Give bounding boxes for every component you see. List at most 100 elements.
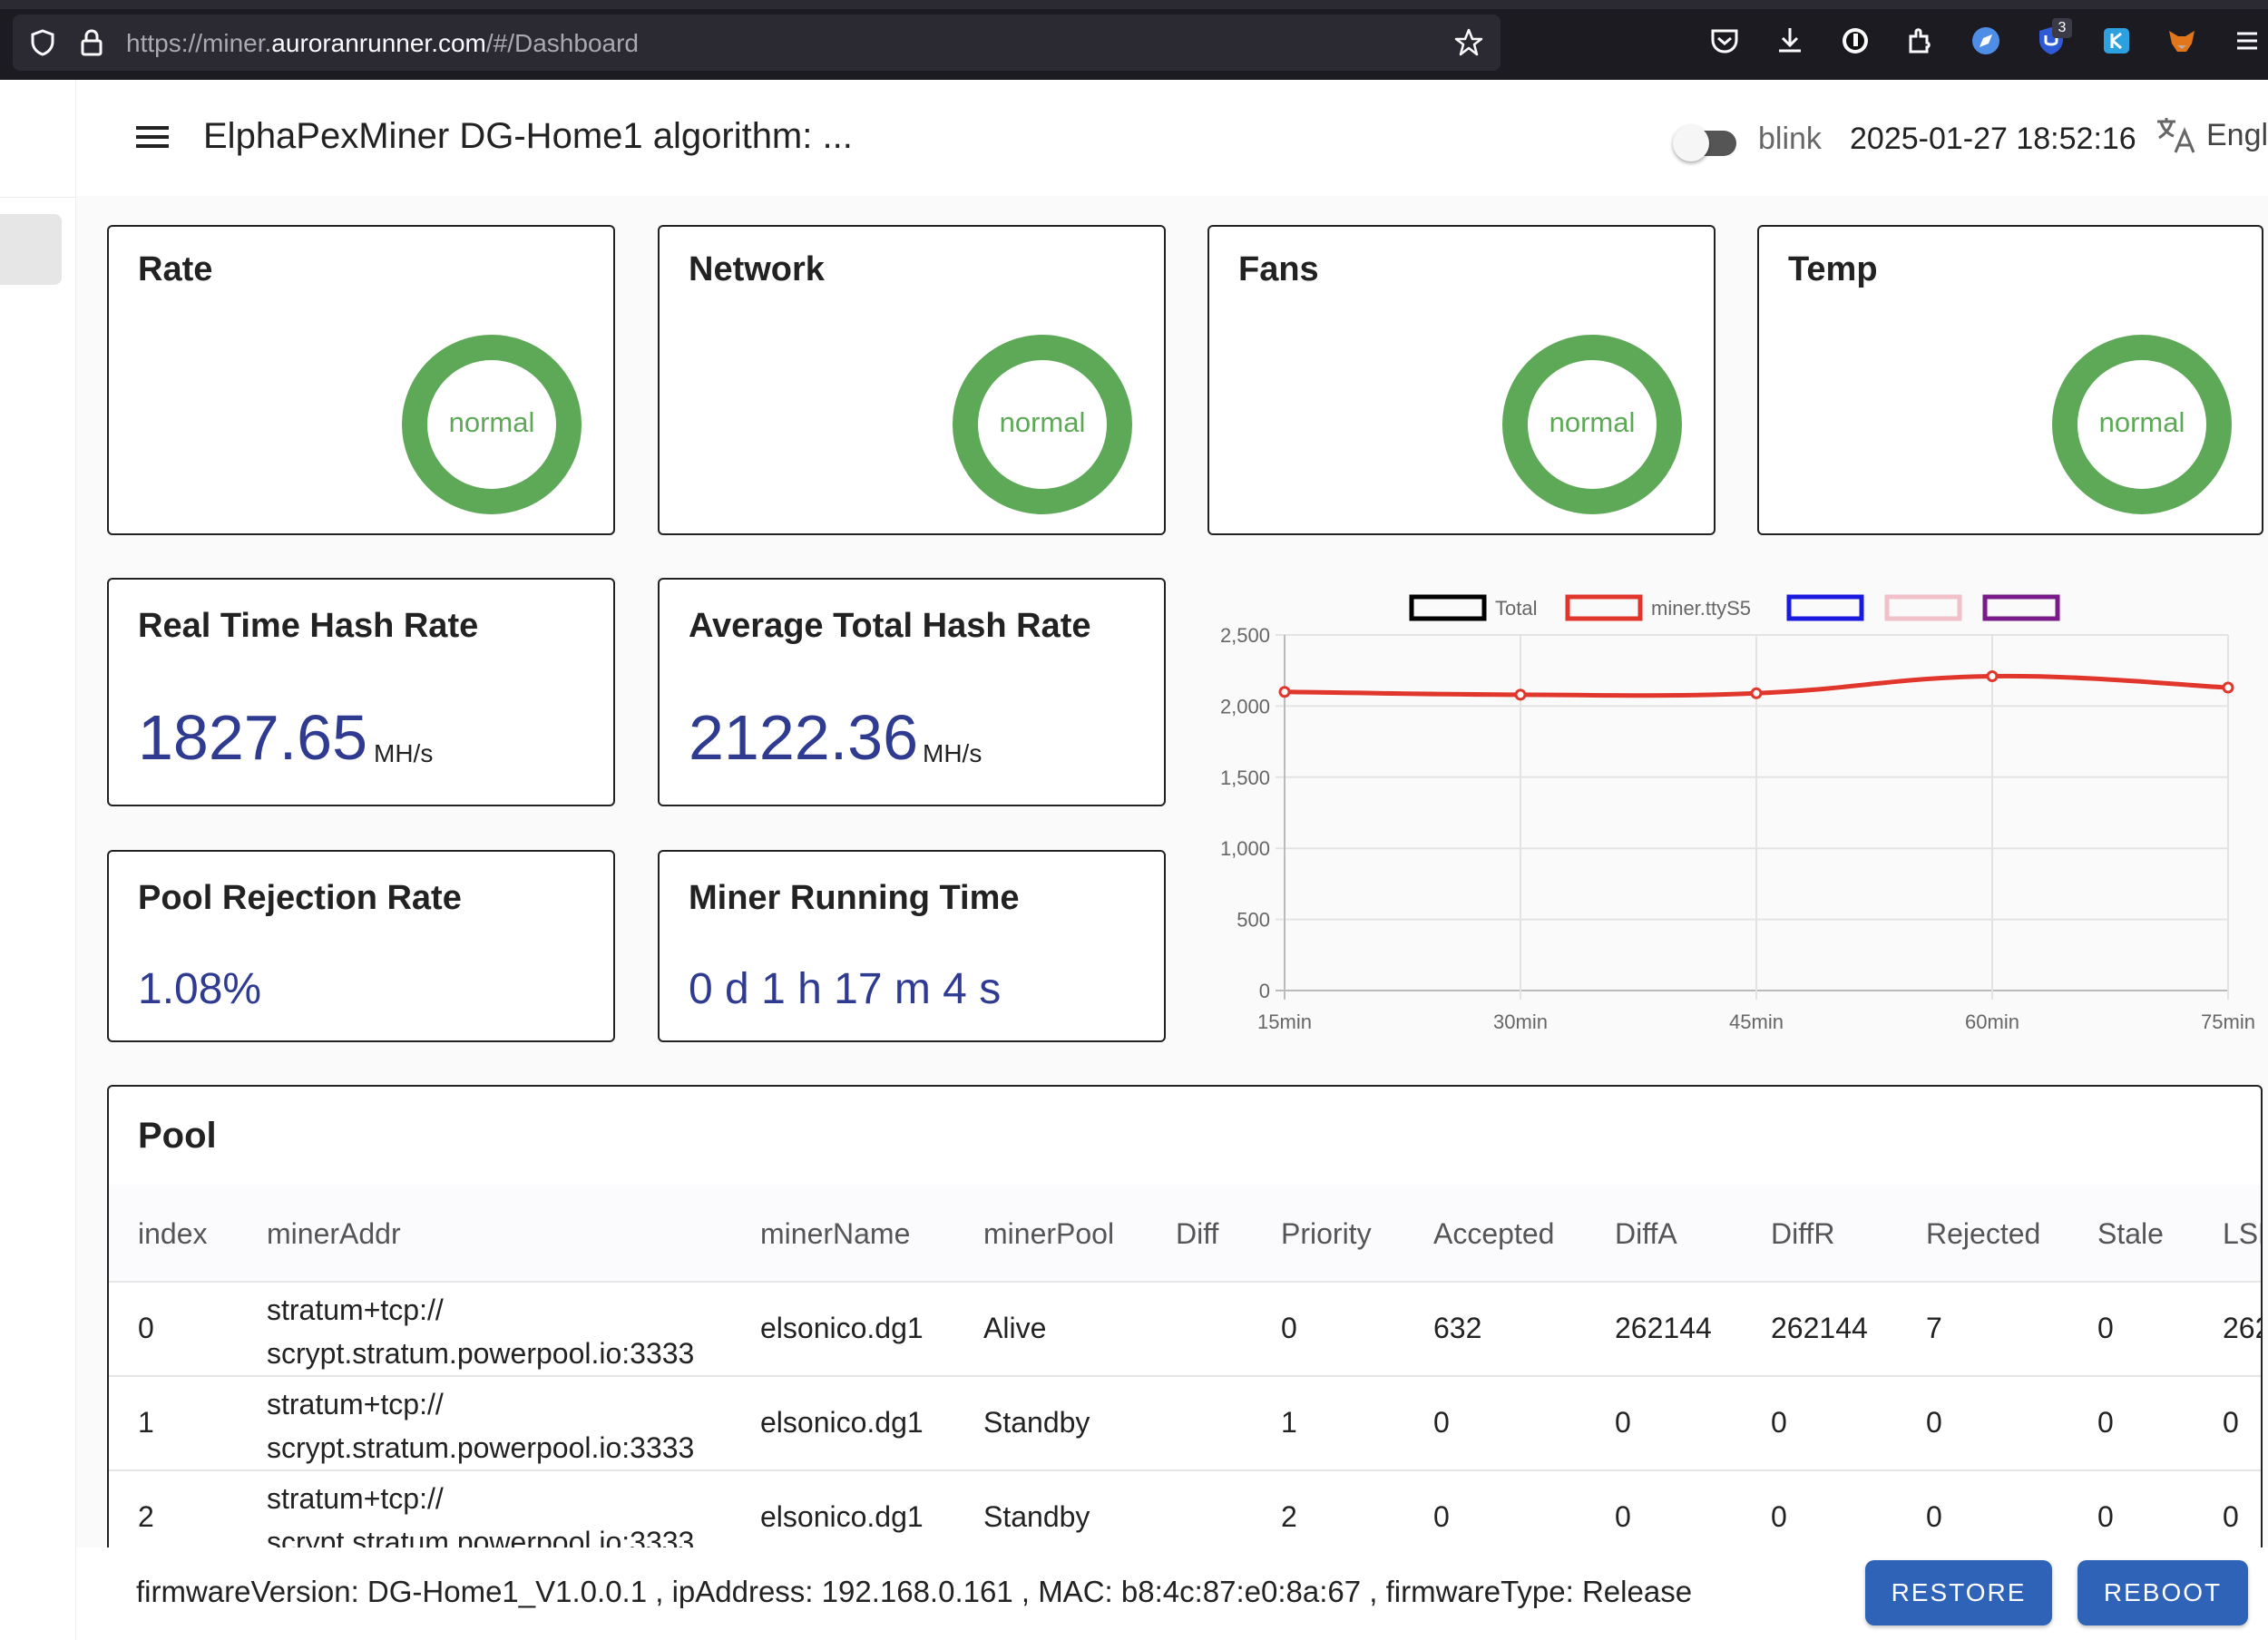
- cell-diffr: 262144: [1771, 1312, 1868, 1344]
- column-header[interactable]: Diff: [1176, 1217, 1218, 1251]
- card-title: Miner Running Time: [689, 879, 1020, 917]
- cell-priority: 0: [1281, 1312, 1297, 1344]
- running-time-card: Miner Running Time 0 d 1 h 17 m 4 s: [658, 850, 1166, 1042]
- cell-miner-name: elsonico.dg1: [760, 1312, 924, 1344]
- address-bar[interactable]: https://miner.auroranrunner.com/#/Dashbo…: [13, 15, 1501, 71]
- y-tick-label: 2,000: [1220, 695, 1270, 718]
- restore-button[interactable]: RESTORE: [1865, 1560, 2052, 1625]
- cell-accepted: 0: [1433, 1500, 1450, 1533]
- cell-miner-pool: Standby: [983, 1406, 1090, 1439]
- legend-label: Total: [1495, 597, 1537, 620]
- metamask-fox-icon[interactable]: [2165, 24, 2199, 58]
- cell-priority: 2: [1281, 1500, 1297, 1533]
- cell-diffa: 0: [1615, 1500, 1631, 1533]
- legend-swatch: [1982, 594, 2060, 621]
- hashrate-value: 1827.65: [138, 702, 368, 773]
- card-title: Average Total Hash Rate: [689, 607, 1091, 645]
- x-tick-label: 30min: [1493, 1010, 1548, 1033]
- x-tick-label: 45min: [1729, 1010, 1784, 1033]
- status-label: normal: [448, 406, 535, 438]
- column-header[interactable]: Priority: [1281, 1217, 1372, 1251]
- column-header[interactable]: DiffA: [1615, 1217, 1677, 1251]
- shield-icon[interactable]: [27, 27, 58, 58]
- cell-lsd: 0: [2223, 1500, 2239, 1533]
- blink-label: blink: [1758, 122, 1822, 156]
- app-header: ElphaPexMiner DG-Home1 algorithm: ... bl…: [76, 80, 2268, 196]
- table-row[interactable]: 2 stratum+tcp://scrypt.stratum.powerpool…: [109, 1471, 2261, 1557]
- url-text[interactable]: https://miner.auroranrunner.com/#/Dashbo…: [126, 29, 639, 58]
- status-ring: normal: [1501, 334, 1683, 515]
- x-tick-label: 15min: [1257, 1010, 1312, 1033]
- card-title: Temp: [1788, 250, 1878, 288]
- toggle-knob[interactable]: [1673, 125, 1709, 161]
- legend-swatch: [1884, 594, 1962, 621]
- cell-miner-addr: stratum+tcp://scrypt.stratum.powerpool.i…: [267, 1388, 695, 1464]
- legend-swatch: [1409, 594, 1487, 621]
- cell-stale: 0: [2097, 1500, 2114, 1533]
- running-time-value: 0 d 1 h 17 m 4 s: [689, 965, 1002, 1013]
- rejection-value: 1.08%: [138, 965, 262, 1013]
- cell-index: 1: [138, 1406, 154, 1439]
- firmware-info: firmwareVersion: DG-Home1_V1.0.0.1 , ipA…: [136, 1575, 1693, 1608]
- x-tick-label: 75min: [2201, 1010, 2255, 1033]
- card-title: Network: [689, 250, 825, 288]
- cell-miner-name: elsonico.dg1: [760, 1500, 924, 1533]
- table-header: index minerAddr minerName minerPool Diff…: [109, 1185, 2261, 1283]
- cell-priority: 1: [1281, 1406, 1297, 1439]
- column-header[interactable]: index: [138, 1217, 208, 1251]
- pocket-icon[interactable]: [1707, 24, 1742, 58]
- column-header[interactable]: Stale: [2097, 1217, 2164, 1251]
- cell-lsd: 0: [2223, 1406, 2239, 1439]
- cell-stale: 0: [2097, 1312, 2114, 1344]
- translate-icon[interactable]: [2154, 112, 2199, 158]
- legend-swatch: [1565, 594, 1643, 621]
- page-title: ElphaPexMiner DG-Home1 algorithm: ...: [203, 116, 853, 156]
- table-row[interactable]: 1 stratum+tcp://scrypt.stratum.powerpool…: [109, 1377, 2261, 1471]
- cell-miner-addr: stratum+tcp://scrypt.stratum.powerpool.i…: [267, 1482, 695, 1557]
- column-header[interactable]: minerPool: [983, 1217, 1114, 1251]
- pool-table-card: Pool index minerAddr minerName minerPool…: [107, 1085, 2263, 1557]
- status-card-fans: Fans normal: [1207, 225, 1716, 535]
- column-header[interactable]: minerAddr: [267, 1217, 401, 1251]
- card-title: Pool Rejection Rate: [138, 879, 462, 917]
- status-ring: normal: [952, 334, 1133, 515]
- cell-miner-pool: Alive: [983, 1312, 1047, 1344]
- download-icon[interactable]: [1773, 24, 1807, 58]
- hamburger-menu-icon[interactable]: [134, 122, 171, 152]
- cell-diffa: 0: [1615, 1406, 1631, 1439]
- data-point: [2222, 681, 2234, 694]
- status-ring: normal: [401, 334, 582, 515]
- data-point: [1278, 686, 1291, 698]
- column-header[interactable]: Accepted: [1433, 1217, 1554, 1251]
- cell-lsd: 262: [2223, 1312, 2261, 1344]
- blink-toggle[interactable]: [1673, 125, 1736, 161]
- drawer-item-dashboard[interactable]: [0, 214, 62, 285]
- tab-strip: [0, 0, 2268, 9]
- app-menu-icon[interactable]: [2230, 24, 2264, 58]
- table-row[interactable]: 0 stratum+tcp://scrypt.stratum.powerpool…: [109, 1283, 2261, 1377]
- y-tick-label: 1,000: [1220, 837, 1270, 860]
- lock-icon[interactable]: [76, 27, 107, 58]
- extension-avatar-icon[interactable]: [1838, 24, 1872, 58]
- language-selector[interactable]: English: [2206, 118, 2268, 153]
- keeper-extension-icon[interactable]: [2099, 24, 2134, 58]
- status-ring: normal: [2051, 334, 2233, 515]
- compass-extension-icon[interactable]: [1969, 24, 2003, 58]
- bookmark-star-icon[interactable]: [1453, 27, 1484, 58]
- column-header[interactable]: minerName: [760, 1217, 910, 1251]
- cell-accepted: 632: [1433, 1312, 1482, 1344]
- average-hashrate-card: Average Total Hash Rate 2122.36 MH/s: [658, 578, 1166, 806]
- hashrate-unit: MH/s: [374, 739, 434, 767]
- drawer-divider: [0, 197, 76, 198]
- column-header[interactable]: LSD: [2223, 1217, 2261, 1251]
- status-label: normal: [2098, 406, 2185, 438]
- cell-index: 0: [138, 1312, 154, 1344]
- extensions-puzzle-icon[interactable]: [1903, 24, 1938, 58]
- column-header[interactable]: DiffR: [1771, 1217, 1835, 1251]
- reboot-button[interactable]: REBOOT: [2077, 1560, 2248, 1625]
- y-tick-label: 500: [1237, 909, 1270, 932]
- cell-index: 2: [138, 1500, 154, 1533]
- pool-rejection-card: Pool Rejection Rate 1.08%: [107, 850, 615, 1042]
- column-header[interactable]: Rejected: [1926, 1217, 2040, 1251]
- cell-stale: 0: [2097, 1406, 2114, 1439]
